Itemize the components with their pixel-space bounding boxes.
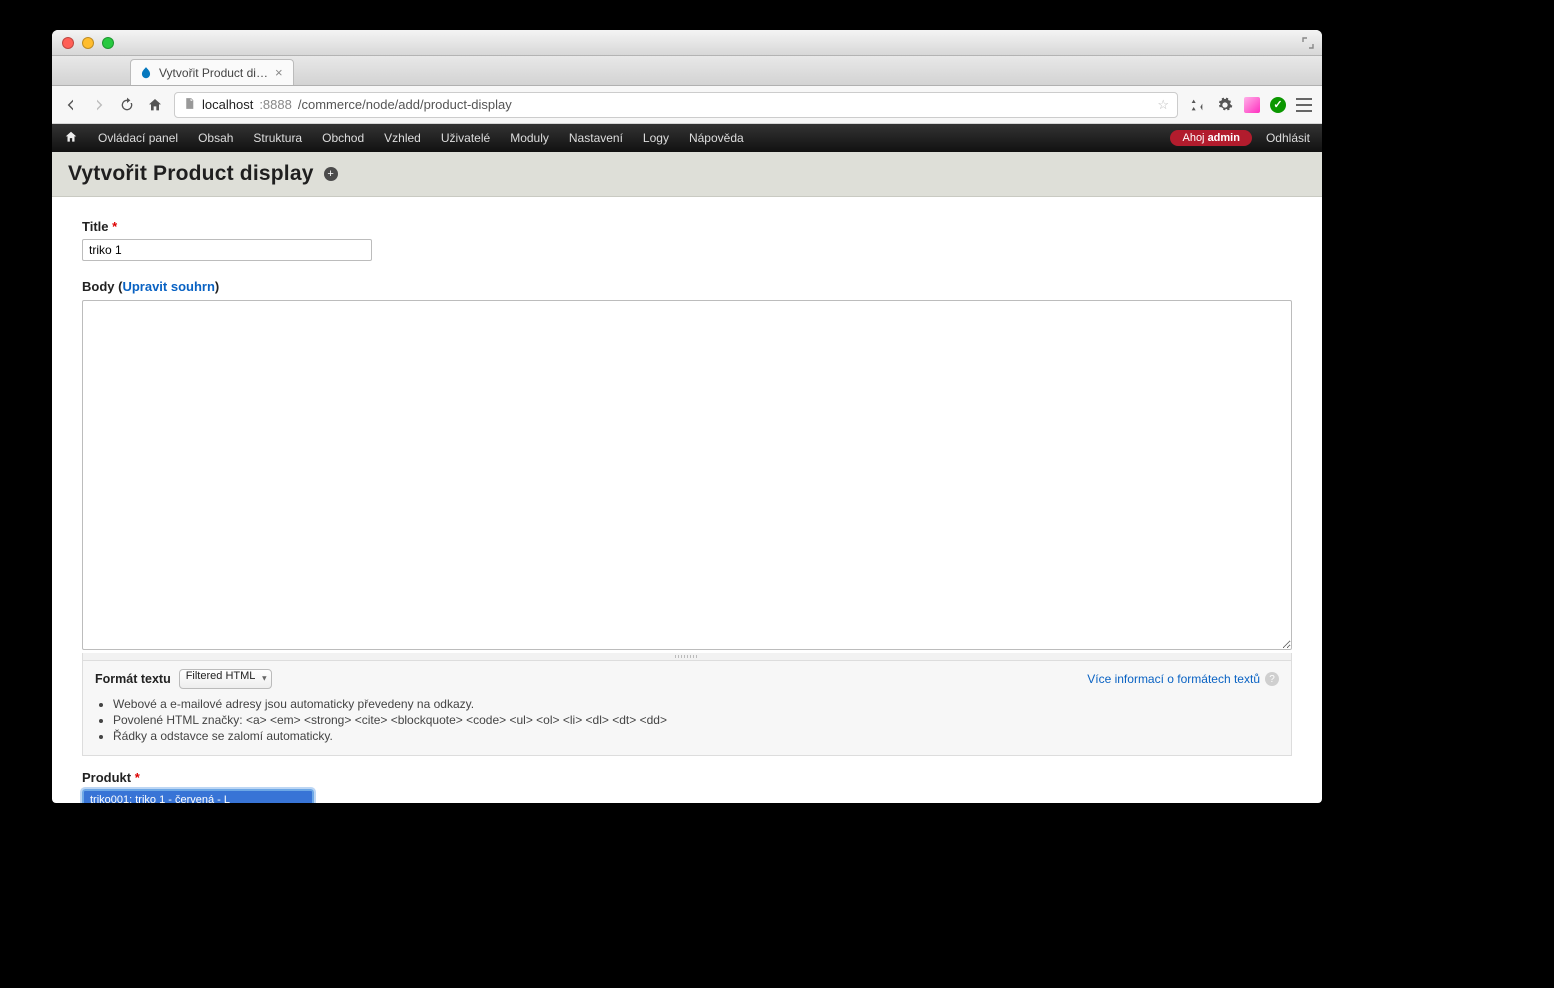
tab-strip: Vytvořit Product display | c ×: [52, 56, 1322, 86]
nav-forward-button[interactable]: [90, 96, 108, 114]
extension-buttons: ✓: [1188, 96, 1312, 114]
edit-summary-link[interactable]: Upravit souhrn: [122, 279, 214, 294]
admin-menu-item[interactable]: Ovládací panel: [88, 131, 188, 145]
product-option[interactable]: triko001: triko 1 - červená - L: [84, 793, 312, 803]
text-format-box: Formát textu Filtered HTML Více informac…: [82, 661, 1292, 756]
format-tips: Webové a e-mailové adresy jsou automatic…: [113, 697, 1279, 743]
window-close-button[interactable]: [62, 37, 74, 49]
product-multiselect[interactable]: triko001: triko 1 - červená - L triko001…: [82, 789, 314, 803]
admin-menu-item[interactable]: Logy: [633, 131, 679, 145]
admin-menu-item[interactable]: Struktura: [243, 131, 312, 145]
settings-gear-icon[interactable]: [1216, 96, 1234, 114]
admin-menu-item[interactable]: Obchod: [312, 131, 374, 145]
format-tip: Řádky a odstavce se zalomí automaticky.: [113, 729, 1279, 743]
traffic-lights: [62, 37, 114, 49]
admin-menu-item[interactable]: Nastavení: [559, 131, 633, 145]
tab-close-icon[interactable]: ×: [275, 66, 283, 79]
page-header: Vytvořit Product display +: [52, 152, 1322, 197]
required-marker: *: [135, 770, 140, 785]
adblock-extension-icon[interactable]: ✓: [1270, 97, 1286, 113]
chrome-menu-icon[interactable]: [1296, 98, 1312, 112]
pink-extension-icon[interactable]: [1244, 97, 1260, 113]
tab-title: Vytvořit Product display | c: [159, 66, 269, 80]
format-help-link[interactable]: Více informací o formátech textů ?: [1087, 672, 1279, 686]
browser-window: Vytvořit Product display | c × localhost…: [52, 30, 1322, 803]
page-icon: [183, 97, 196, 113]
mac-titlebar: [52, 30, 1322, 56]
url-path: /commerce/node/add/product-display: [298, 97, 512, 112]
product-label: Produkt *: [82, 770, 1292, 785]
format-tip: Webové a e-mailové adresy jsou automatic…: [113, 697, 1279, 711]
admin-menu: Ovládací panel Obsah Struktura Obchod Vz…: [88, 131, 754, 145]
admin-menu-item[interactable]: Obsah: [188, 131, 243, 145]
window-minimize-button[interactable]: [82, 37, 94, 49]
required-marker: *: [112, 219, 117, 234]
nav-reload-button[interactable]: [118, 96, 136, 114]
window-expand-icon[interactable]: [1302, 36, 1314, 48]
body-textarea[interactable]: [82, 300, 1292, 650]
window-zoom-button[interactable]: [102, 37, 114, 49]
url-port: :8888: [259, 97, 292, 112]
logout-link[interactable]: Odhlásit: [1266, 131, 1310, 145]
bookmark-star-icon[interactable]: ☆: [1157, 97, 1169, 113]
textarea-resize-grip[interactable]: [82, 653, 1292, 661]
help-icon: ?: [1265, 672, 1279, 686]
page-title: Vytvořit Product display: [68, 162, 314, 186]
browser-tab[interactable]: Vytvořit Product display | c ×: [130, 59, 294, 85]
title-input[interactable]: [82, 239, 372, 261]
admin-menu-item[interactable]: Moduly: [500, 131, 559, 145]
admin-menu-item[interactable]: Nápověda: [679, 131, 754, 145]
add-shortcut-icon[interactable]: +: [324, 167, 338, 181]
title-field: Title *: [82, 219, 1292, 261]
nav-back-button[interactable]: [62, 96, 80, 114]
format-tip: Povolené HTML značky: <a> <em> <strong> …: [113, 713, 1279, 727]
format-label: Formát textu: [95, 672, 171, 686]
body-field: Body (Upravit souhrn) Formát textu Filte…: [82, 279, 1292, 756]
admin-toolbar: Ovládací panel Obsah Struktura Obchod Vz…: [52, 124, 1322, 152]
address-bar[interactable]: localhost :8888/commerce/node/add/product…: [174, 92, 1178, 118]
admin-menu-item[interactable]: Uživatelé: [431, 131, 500, 145]
user-greeting[interactable]: Ahoj admin: [1170, 130, 1251, 146]
browser-toolbar: localhost :8888/commerce/node/add/product…: [52, 86, 1322, 124]
body-label: Body (Upravit souhrn): [82, 279, 219, 294]
admin-menu-item[interactable]: Vzhled: [374, 131, 431, 145]
recycle-extension-icon[interactable]: [1188, 96, 1206, 114]
title-label: Title *: [82, 219, 117, 234]
drupal-favicon-icon: [139, 66, 153, 80]
admin-home-icon[interactable]: [64, 130, 78, 147]
form-content: Title * Body (Upravit souhrn) Formát tex…: [52, 197, 1322, 803]
url-host: localhost: [202, 97, 253, 112]
format-select[interactable]: Filtered HTML: [179, 669, 273, 689]
nav-home-button[interactable]: [146, 96, 164, 114]
